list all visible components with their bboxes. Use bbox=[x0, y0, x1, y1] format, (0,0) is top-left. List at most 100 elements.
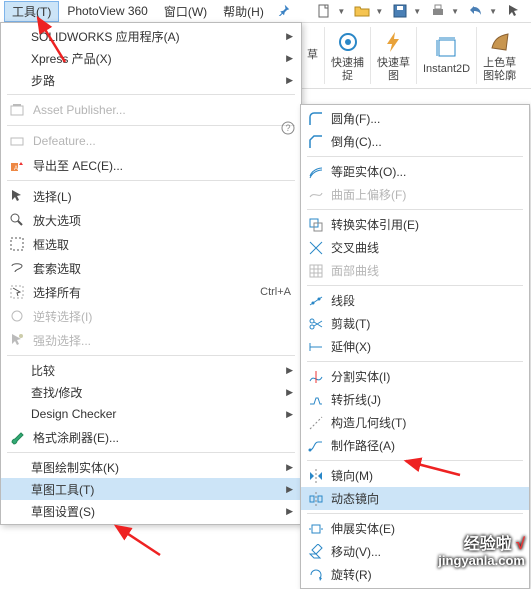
submenu-arrow-icon: ▶ bbox=[286, 75, 293, 86]
defeature-icon bbox=[5, 133, 29, 149]
menu-xpress-products[interactable]: Xpress 产品(X)▶ bbox=[1, 47, 301, 69]
rotate-icon bbox=[304, 567, 328, 583]
menu-select[interactable]: 选择(L) bbox=[1, 184, 301, 208]
path-icon bbox=[304, 438, 328, 454]
menu-magnified-selection[interactable]: 放大选项 bbox=[1, 208, 301, 232]
ribbon-rapid-sketch[interactable]: 快速草图 bbox=[371, 23, 416, 88]
submenu-make-path[interactable]: 制作路径(A) bbox=[301, 434, 529, 457]
offset-icon bbox=[304, 164, 328, 180]
menu-select-all[interactable]: 选择所有 Ctrl+A bbox=[1, 280, 301, 304]
dimension-icon bbox=[434, 35, 460, 61]
target-icon bbox=[335, 29, 361, 55]
submenu-intersection-curve[interactable]: 交叉曲线 bbox=[301, 236, 529, 259]
submenu-arrow-icon: ▶ bbox=[286, 53, 293, 64]
magnify-icon bbox=[5, 212, 29, 228]
menu-lasso-selection[interactable]: 套索选取 bbox=[1, 256, 301, 280]
dropdown-icon[interactable]: ▼ bbox=[375, 7, 383, 16]
split-icon bbox=[304, 369, 328, 385]
submenu-dynamic-mirror[interactable]: 动态镜向 bbox=[301, 487, 529, 510]
annotation-arrow bbox=[110, 520, 180, 560]
menu-routing[interactable]: 步路▶ bbox=[1, 69, 301, 91]
lasso-icon bbox=[5, 260, 29, 276]
submenu-segment[interactable]: 线段 bbox=[301, 289, 529, 312]
menu-solidworks-apps[interactable]: SOLIDWORKS 应用程序(A)▶ bbox=[1, 25, 301, 47]
ribbon-label: Instant2D bbox=[423, 63, 470, 75]
dropdown-icon[interactable]: ▼ bbox=[489, 7, 497, 16]
dropdown-icon[interactable]: ▼ bbox=[451, 7, 459, 16]
submenu-split-entities[interactable]: 分割实体(I) bbox=[301, 365, 529, 388]
menu-export-aec[interactable]: AEC 导出至 AEC(E)... bbox=[1, 153, 301, 177]
jog-icon bbox=[304, 392, 328, 408]
convert-icon bbox=[304, 217, 328, 233]
ribbon-quick-snap[interactable]: 快速捕捉 bbox=[325, 23, 370, 88]
menu-tools[interactable]: 工具(T) bbox=[4, 1, 59, 22]
watermark: 经验啦 √ jingyanla.com bbox=[438, 536, 525, 568]
new-button[interactable] bbox=[311, 1, 337, 21]
face-curve-icon bbox=[304, 263, 328, 279]
menu-asset-publisher: Asset Publisher... bbox=[1, 98, 301, 122]
menu-find-modify[interactable]: 查找/修改▶ bbox=[1, 381, 301, 403]
mirror-icon bbox=[304, 468, 328, 484]
menu-window[interactable]: 窗口(W) bbox=[156, 1, 215, 22]
asset-icon bbox=[5, 102, 29, 118]
submenu-arrow-icon: ▶ bbox=[286, 484, 293, 495]
ribbon-label: 图 bbox=[388, 70, 399, 82]
menu-defeature: Defeature... bbox=[1, 129, 301, 153]
save-button[interactable] bbox=[387, 1, 413, 21]
ribbon-label: 捉 bbox=[342, 70, 353, 82]
lightning-icon bbox=[381, 29, 407, 55]
stretch-icon bbox=[304, 521, 328, 537]
chamfer-icon bbox=[304, 134, 328, 150]
submenu-extend[interactable]: 延伸(X) bbox=[301, 335, 529, 358]
ribbon-instant2d[interactable]: Instant2D bbox=[417, 23, 476, 88]
menu-invert-selection: 逆转选择(I) bbox=[1, 304, 301, 328]
menu-sketch-tools[interactable]: 草图工具(T)▶ bbox=[1, 478, 301, 500]
menu-compare[interactable]: 比较▶ bbox=[1, 359, 301, 381]
ribbon-label: 图轮廓 bbox=[483, 70, 516, 82]
menu-box-selection[interactable]: 框选取 bbox=[1, 232, 301, 256]
open-button[interactable] bbox=[349, 1, 375, 21]
submenu-offset-entities[interactable]: 等距实体(O)... bbox=[301, 160, 529, 183]
menu-sketch-settings[interactable]: 草图设置(S)▶ bbox=[1, 500, 301, 522]
ribbon-shaded-sketch[interactable]: 上色草图轮廓 bbox=[477, 23, 522, 88]
cursor-icon bbox=[5, 188, 29, 204]
scissors-icon bbox=[304, 316, 328, 332]
extend-icon bbox=[304, 339, 328, 355]
dropdown-icon[interactable]: ▼ bbox=[413, 7, 421, 16]
menu-sketch-entities[interactable]: 草图绘制实体(K)▶ bbox=[1, 456, 301, 478]
submenu-mirror[interactable]: 镜向(M) bbox=[301, 464, 529, 487]
submenu-jog-line[interactable]: 转折线(J) bbox=[301, 388, 529, 411]
submenu-fillet[interactable]: 圆角(F)... bbox=[301, 107, 529, 130]
submenu-trim[interactable]: 剪裁(T) bbox=[301, 312, 529, 335]
submenu-construction-geometry[interactable]: 构造几何线(T) bbox=[301, 411, 529, 434]
dropdown-icon[interactable]: ▼ bbox=[337, 7, 345, 16]
submenu-surface-offset: 曲面上偏移(F) bbox=[301, 183, 529, 206]
undo-button[interactable] bbox=[463, 1, 489, 21]
fillet-icon bbox=[304, 111, 328, 127]
submenu-chamfer[interactable]: 倒角(C)... bbox=[301, 130, 529, 153]
standard-toolbar: ▼ ▼ ▼ ▼ ▼ bbox=[311, 0, 531, 22]
submenu-arrow-icon: ▶ bbox=[286, 365, 293, 376]
print-button[interactable] bbox=[425, 1, 451, 21]
select-arrow-button[interactable] bbox=[501, 1, 527, 21]
ribbon-label: 快速草 bbox=[377, 57, 410, 69]
menu-format-painter[interactable]: 格式涂刷器(E)... bbox=[1, 425, 301, 449]
submenu-arrow-icon: ▶ bbox=[286, 506, 293, 517]
menu-photoview[interactable]: PhotoView 360 bbox=[59, 2, 156, 20]
shaded-icon bbox=[487, 29, 513, 55]
ribbon-label: 上色草 bbox=[483, 57, 516, 69]
select-all-icon bbox=[5, 284, 29, 300]
move-icon bbox=[304, 544, 328, 560]
pin-icon[interactable] bbox=[272, 4, 296, 19]
dynamic-mirror-icon bbox=[304, 491, 328, 507]
sketch-tools-submenu: 圆角(F)... 倒角(C)... 等距实体(O)... 曲面上偏移(F) 转换… bbox=[300, 104, 530, 589]
submenu-arrow-icon: ▶ bbox=[286, 462, 293, 473]
submenu-convert-entities[interactable]: 转换实体引用(E) bbox=[301, 213, 529, 236]
menu-design-checker[interactable]: Design Checker▶ bbox=[1, 403, 301, 425]
ribbon: 草 快速捕捉 快速草图 Instant2D 上色草图轮廓 bbox=[301, 23, 531, 89]
ribbon-group-sketch[interactable]: 草 bbox=[301, 23, 324, 88]
menu-help[interactable]: 帮助(H) bbox=[215, 1, 272, 22]
menu-power-select: 强劲选择... bbox=[1, 328, 301, 352]
box-select-icon bbox=[5, 236, 29, 252]
segment-icon bbox=[304, 293, 328, 309]
